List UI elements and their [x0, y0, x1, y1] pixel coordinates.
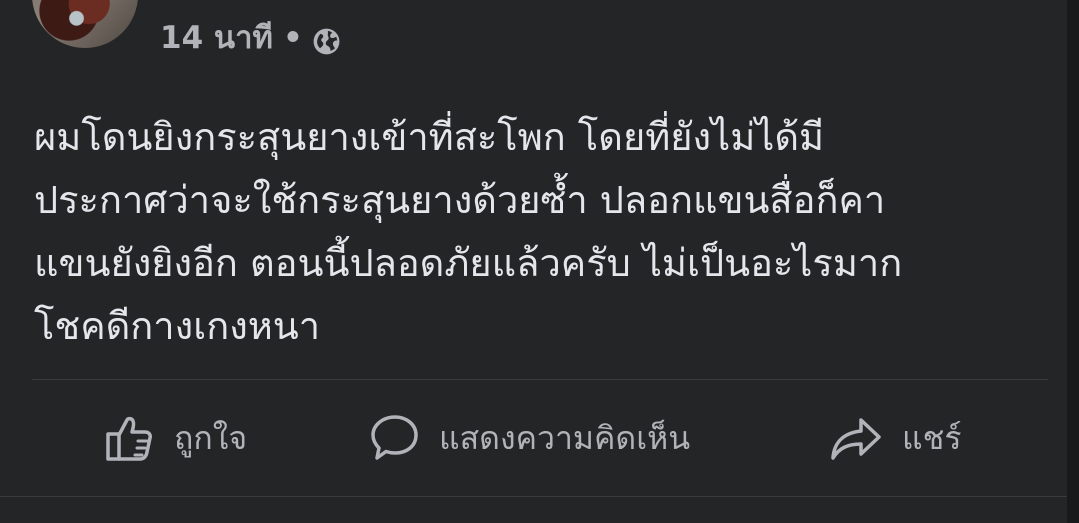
meta-separator: • — [282, 20, 303, 56]
actions-divider-top — [32, 379, 1048, 380]
comment-icon — [371, 415, 418, 460]
share-label: แชร์ — [902, 418, 962, 457]
comment-label: แสดงความคิดเห็น — [439, 418, 691, 457]
like-label: ถูกใจ — [174, 418, 248, 457]
avatar[interactable] — [32, 0, 138, 48]
like-button[interactable]: ถูกใจ — [104, 398, 247, 478]
comment-button[interactable]: แสดงความคิดเห็น — [369, 398, 690, 478]
thumbs-up-icon — [106, 416, 152, 461]
post-meta: 14 นาที • — [160, 14, 342, 62]
post-divider-bottom — [0, 496, 1067, 497]
scrollbar-track — [1067, 0, 1079, 523]
post-actions: ถูกใจ แสดงความคิดเห็น แชร์ — [32, 398, 1048, 478]
timestamp-link[interactable]: 14 นาที — [160, 14, 273, 62]
share-button[interactable]: แชร์ — [828, 398, 962, 478]
post-card: 14 นาที • ผมโดนยิงกระสุนยางเข้าที่สะโพก … — [0, 0, 1079, 523]
post-message: ผมโดนยิงกระสุนยางเข้าที่สะโพก โดยที่ยังไ… — [34, 115, 903, 348]
globe-icon[interactable] — [311, 23, 342, 54]
share-icon — [831, 418, 881, 460]
